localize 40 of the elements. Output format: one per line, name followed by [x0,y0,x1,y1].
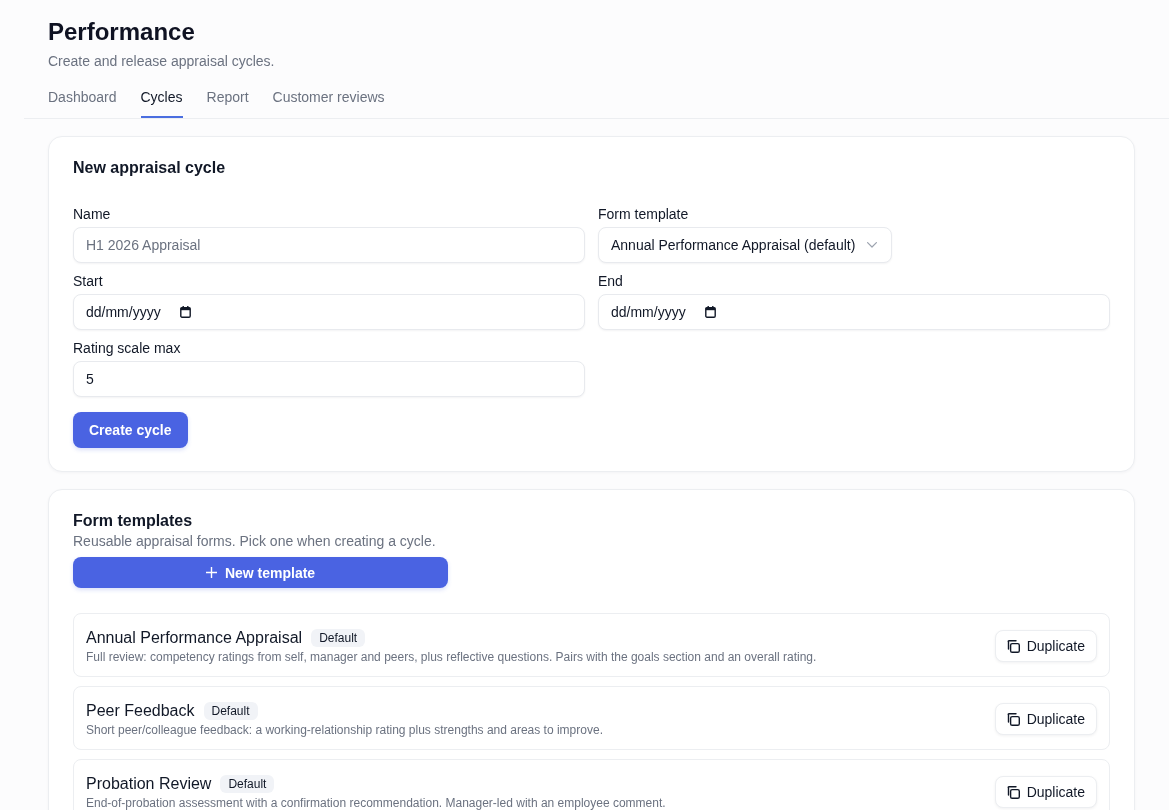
default-tag: Default [311,629,366,647]
copy-icon [1006,639,1020,653]
field-label: End [598,272,624,291]
plus-icon [205,567,217,578]
duplicate-button[interactable]: Duplicate [994,630,1097,662]
template-name: Probation Review [86,774,212,794]
default-tag: Default [220,775,275,793]
create-cycle-button[interactable]: Create cycle [73,412,188,448]
name-input[interactable]: H1 2026 Appraisal [73,227,585,263]
template-description: Short peer/colleague feedback: a working-relationship rating plus strengths and areas to improve. [86,722,604,738]
tab[interactable]: Cycles [140,87,183,118]
tab[interactable]: Report [206,87,249,118]
card-title: New appraisal cycle [73,158,227,178]
calendar-icon [704,306,716,318]
chevron-down-icon [867,242,878,248]
template-select[interactable]: Annual Performance Appraisal (default) [598,227,893,263]
tab[interactable]: Dashboard [48,87,117,118]
tab[interactable]: Customer reviews [272,87,385,118]
duplicate-button[interactable]: Duplicate [994,703,1097,735]
card-subtitle: Reusable appraisal forms. Pick one when creating a cycle. [73,532,437,550]
date-field[interactable]: dd/mm/yyyy [73,294,585,330]
calendar-icon [179,306,191,318]
field-label: Name [73,205,112,224]
copy-icon [1006,712,1020,726]
template-name: Peer Feedback [86,701,195,721]
rating-scale-input[interactable]: 5 [73,361,585,397]
date-field[interactable]: dd/mm/yyyy [598,294,1110,330]
default-tag: Default [203,702,258,720]
template-description: End-of-probation assessment with a confirmation recommendation. Manager-led with an employee comment. [86,795,667,810]
template-description: Full review: competency ratings from self, manager and peers, plus reflective questions. Pairs with the goals section and an overall rating. [86,649,818,665]
card-title: Form templates [73,511,194,531]
duplicate-button[interactable]: Duplicate [994,776,1097,808]
field-label: Rating scale max [73,339,182,358]
page-subtitle: Create and release appraisal cycles. [48,52,276,71]
field-label: Start [73,272,104,291]
copy-icon [1006,785,1020,799]
new-template-button[interactable]: New template [73,557,448,588]
template-name: Annual Performance Appraisal [86,628,303,648]
page-title: Performance [48,17,196,47]
field-label: Form template [598,205,690,224]
